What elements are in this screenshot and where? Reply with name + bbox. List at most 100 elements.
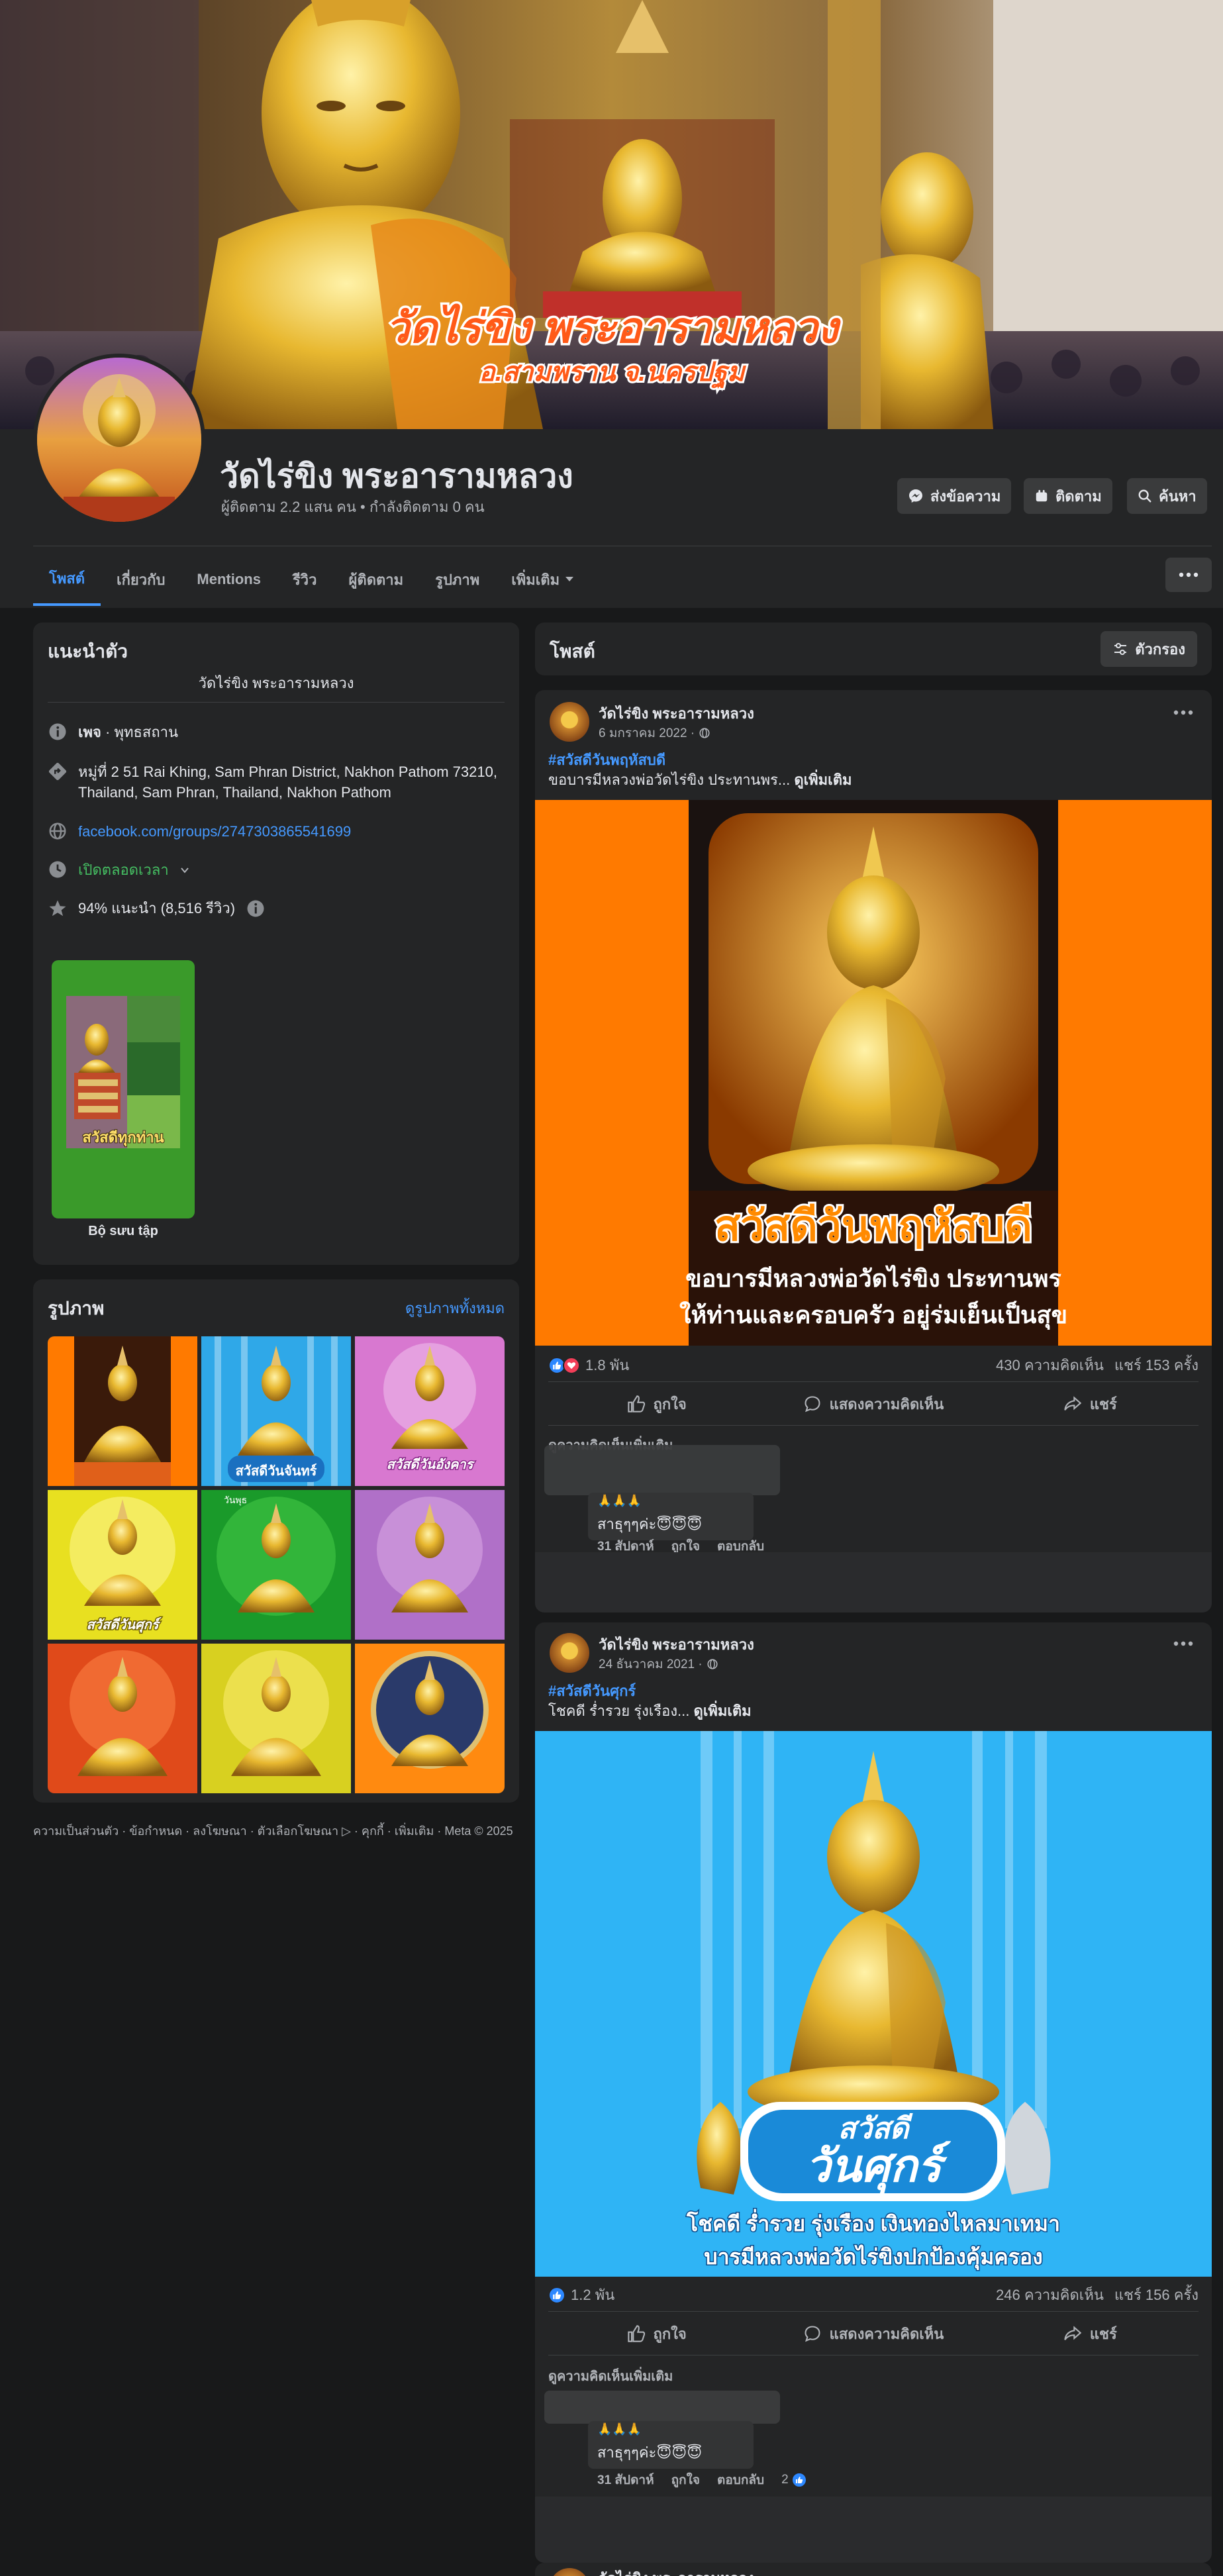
tab-reviews[interactable]: รีวิว xyxy=(277,553,333,606)
comment-button[interactable]: แสดงความคิดเห็น xyxy=(765,2316,981,2351)
follow-label: ติดตาม xyxy=(1055,487,1102,505)
post-avatar[interactable] xyxy=(550,1633,589,1673)
photo-thumb[interactable] xyxy=(355,1644,505,1793)
post-image[interactable]: สวัสดี วันศุกร์ โชคดี ร่ำรวย รุ่งเรือง เ… xyxy=(535,1731,1212,2277)
share-button[interactable]: แชร์ xyxy=(982,2316,1199,2351)
info-icon[interactable] xyxy=(246,899,266,918)
post-image[interactable]: สวัสดีวันพฤหัสบดี ขอบารมีหลวงพ่อวัดไร่ขิ… xyxy=(535,800,1212,1346)
comment-like-button[interactable]: ถูกใจ xyxy=(671,2470,700,2490)
image-headline: สวัสดีวันพฤหัสบดี xyxy=(714,1202,1032,1250)
view-more-comments-link[interactable]: ดูความคิดเห็นเพิ่มเติม xyxy=(548,2365,673,2387)
comment-count[interactable]: 430 ความคิดเห็น xyxy=(996,1354,1104,1377)
comment-reply-button[interactable]: ตอบกลับ xyxy=(717,2470,764,2490)
message-button[interactable]: ส่งข้อความ xyxy=(897,478,1012,514)
photo-thumb[interactable] xyxy=(201,1644,351,1793)
reaction-summary[interactable]: 1.8 พัน xyxy=(548,1354,629,1377)
comment-emoji: 🙏🙏🙏 xyxy=(597,1494,642,1507)
comment-text: สาธุๆๆค่ะ😇😇😇 xyxy=(597,1516,703,1532)
post-options-button[interactable] xyxy=(1173,710,1193,715)
photo-thumb[interactable]: สวัสดีวันจันทร์ xyxy=(201,1336,351,1486)
share-button[interactable]: แชร์ xyxy=(982,1387,1199,1421)
footer-links[interactable]: ความเป็นส่วนตัว · ข้อกำหนด · ลงโฆษณา · ต… xyxy=(33,1822,519,1840)
share-label: แชร์ xyxy=(1089,2325,1117,2342)
comment-meta: 31 สัปดาห์ ถูกใจ ตอบกลับ 2 xyxy=(597,2470,807,2490)
like-label: ถูกใจ xyxy=(653,1395,687,1412)
filter-label: ตัวกรอง xyxy=(1135,640,1185,658)
stats-divider xyxy=(548,1381,1199,1382)
comment-emoji: 🙏🙏🙏 xyxy=(597,2422,642,2436)
like-button[interactable]: ถูกใจ xyxy=(548,2316,765,2351)
tab-posts[interactable]: โพสต์ xyxy=(33,553,101,606)
photo-image: สวัสดีวันอังคาร xyxy=(355,1336,505,1486)
see-more-link[interactable]: ดูเพิ่มเติม xyxy=(694,1703,752,1719)
post-author[interactable]: วัดไร่ขิง พระอารามหลวง xyxy=(599,702,754,725)
cover-photo[interactable]: วัดไร่ขิง พระอารามหลวง อ.สามพราน จ.นครปฐ… xyxy=(0,0,1223,429)
photo-thumb[interactable]: วันพุธ xyxy=(201,1490,351,1640)
posts-header: โพสต์ ตัวกรอง xyxy=(535,622,1212,675)
post-time[interactable]: 24 ธันวาคม 2021 · xyxy=(599,1654,703,1674)
tab-followers-label: ผู้ติดตาม xyxy=(348,571,404,588)
post-meta: 6 มกราคม 2022 · xyxy=(599,723,710,743)
comment-bubble: 🙏🙏🙏 สาธุๆๆค่ะ😇😇😇 xyxy=(588,2421,754,2469)
avatar[interactable] xyxy=(33,354,205,526)
follow-button[interactable]: ติดตาม xyxy=(1024,478,1112,514)
reaction-summary[interactable]: 1.2 พัน xyxy=(548,2283,614,2306)
comment-count[interactable]: 246 ความคิดเห็น xyxy=(996,2283,1104,2306)
share-count[interactable]: แชร์ 156 ครั้ง xyxy=(1114,2283,1199,2306)
share-icon xyxy=(1064,1396,1082,1411)
post-text: ขอบารมีหลวงพ่อวัดไร่ขิง ประทานพร... ดูเพ… xyxy=(548,768,852,791)
tab-photos[interactable]: รูปภาพ xyxy=(419,553,495,606)
like-button[interactable]: ถูกใจ xyxy=(548,1387,765,1421)
post-body: ขอบารมีหลวงพ่อวัดไร่ขิง ประทานพร... xyxy=(548,771,791,788)
comment-preview-blurred xyxy=(544,2391,780,2424)
thumbs-up-icon xyxy=(627,1395,645,1412)
share-icon xyxy=(1064,2326,1082,2340)
engagement-stats: 430 ความคิดเห็น แชร์ 153 ครั้ง xyxy=(996,1354,1199,1377)
intro-divider xyxy=(48,702,505,703)
photo-image: วันพุธ xyxy=(201,1490,351,1640)
message-label: ส่งข้อความ xyxy=(930,487,1001,505)
post: วัดไร่ขิง พระอารามหลวง 24 ธันวาคม 2021 ·… xyxy=(535,1622,1212,2563)
photo-thumb[interactable]: สวัสดีวันอังคาร xyxy=(355,1336,505,1486)
share-label: แชร์ xyxy=(1089,1395,1117,1412)
post-avatar[interactable] xyxy=(550,702,589,742)
filter-button[interactable]: ตัวกรอง xyxy=(1101,631,1197,667)
post-time[interactable]: 6 มกราคม 2022 · xyxy=(599,723,695,743)
tab-more[interactable]: เพิ่มเติม xyxy=(495,553,590,606)
see-more-link[interactable]: ดูเพิ่มเติม xyxy=(794,771,852,788)
tab-followers[interactable]: ผู้ติดตาม xyxy=(333,553,420,606)
photo-thumb[interactable] xyxy=(48,1644,197,1793)
hours-status[interactable]: เปิดตลอดเวลา xyxy=(78,860,169,880)
photo-thumb[interactable] xyxy=(355,1490,505,1640)
post-avatar[interactable] xyxy=(550,2568,589,2576)
post: วัดไร่ขิง พระอารามหลวง xyxy=(535,2563,1212,2576)
image-line-2: ให้ท่านและครอบครัว อยู่ร่มเย็นเป็นสุข xyxy=(679,1300,1067,1330)
photo-thumb[interactable] xyxy=(48,1336,197,1486)
messenger-icon xyxy=(909,489,922,503)
intro-bio: วัดไร่ขิง พระอารามหลวง xyxy=(198,675,354,691)
cover-subtitle: อ.สามพราน จ.นครปฐม xyxy=(479,358,746,389)
search-button[interactable]: ค้นหา xyxy=(1127,478,1207,514)
photo-thumb[interactable]: สวัสดีวันศุกร์ xyxy=(48,1490,197,1640)
intro-card: แนะนำตัว วัดไร่ขิง พระอารามหลวง เพจ · พุ… xyxy=(33,622,519,1265)
see-all-photos-link[interactable]: ดูรูปภาพทั้งหมด xyxy=(405,1297,505,1320)
globe-icon xyxy=(49,822,66,840)
tab-mentions-label: Mentions xyxy=(197,571,261,587)
comment-time[interactable]: 31 สัปดาห์ xyxy=(597,2470,654,2490)
tab-mentions[interactable]: Mentions xyxy=(181,553,277,606)
more-options-button[interactable] xyxy=(1165,558,1212,592)
tab-about[interactable]: เกี่ยวกับ xyxy=(101,553,181,606)
post-author[interactable]: วัดไร่ขิง พระอารามหลวง xyxy=(599,2567,754,2576)
follow-icon xyxy=(1036,489,1048,502)
ellipsis-icon xyxy=(1173,1641,1193,1646)
chevron-down-icon xyxy=(565,577,574,581)
website-link[interactable]: facebook.com/groups/2747303865541699 xyxy=(78,821,351,842)
post-author[interactable]: วัดไร่ขิง พระอารามหลวง xyxy=(599,1633,754,1656)
share-count[interactable]: แชร์ 153 ครั้ง xyxy=(1114,1354,1199,1377)
cover-title: วัดไร่ขิง พระอารามหลวง xyxy=(385,303,841,352)
comment-button[interactable]: แสดงความคิดเห็น xyxy=(765,1387,981,1421)
tab-more-label: เพิ่มเติม xyxy=(511,571,560,588)
info-icon xyxy=(49,723,66,740)
featured-collection[interactable]: สวัสดีทุกท่าน xyxy=(52,960,195,1218)
post-options-button[interactable] xyxy=(1173,1641,1193,1646)
